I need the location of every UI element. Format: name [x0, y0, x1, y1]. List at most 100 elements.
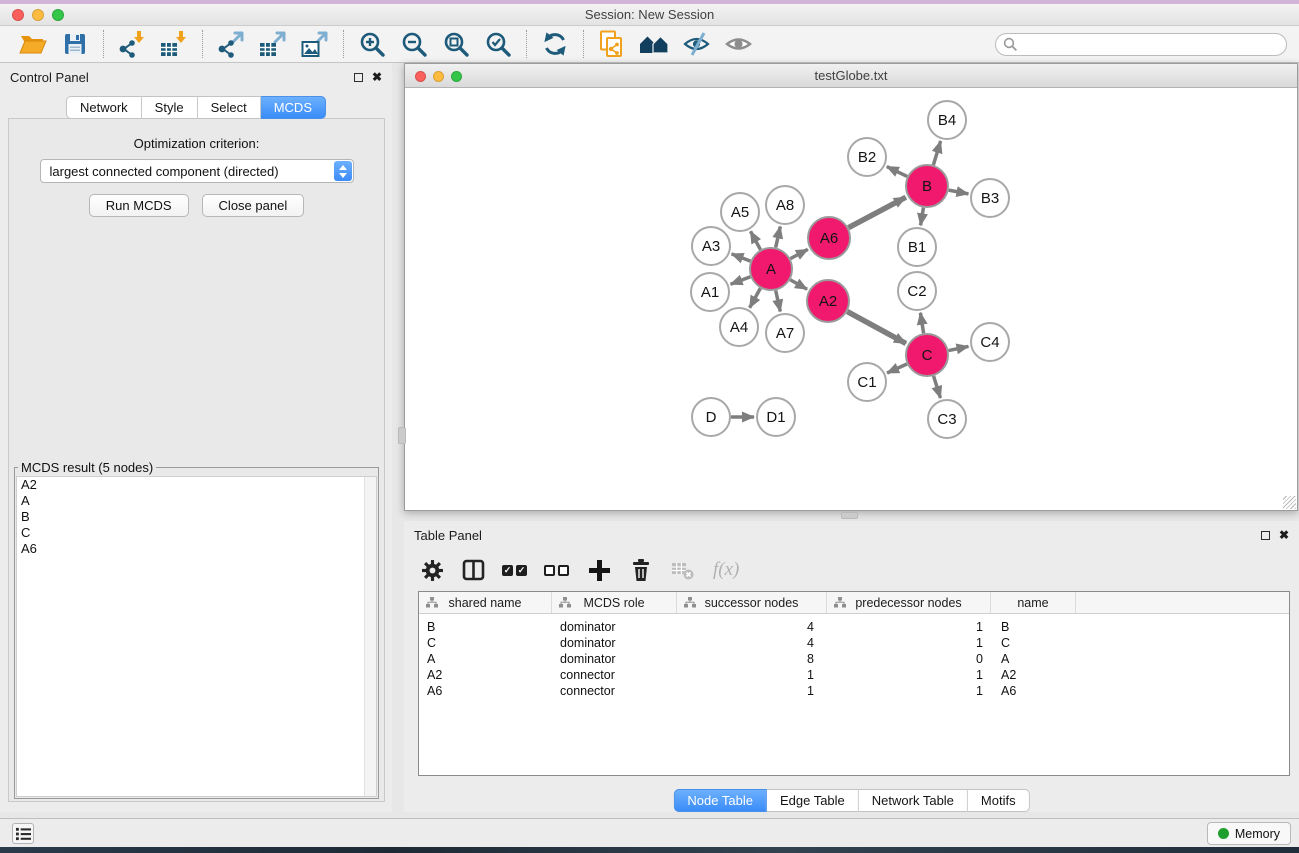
- graph-node-C3[interactable]: C3: [928, 400, 966, 438]
- column-header-name[interactable]: name: [991, 592, 1076, 613]
- tab-mcds[interactable]: MCDS: [261, 96, 326, 119]
- graph-node-A6[interactable]: A6: [808, 217, 850, 259]
- zoom-selected-button[interactable]: [477, 29, 519, 59]
- import-network-button[interactable]: [111, 29, 153, 59]
- horizontal-splitter-handle[interactable]: [841, 512, 858, 519]
- graph-node-B3[interactable]: B3: [971, 179, 1009, 217]
- close-network-button[interactable]: [415, 71, 426, 82]
- tab-motifs[interactable]: Motifs: [968, 789, 1030, 812]
- graph-edge-A-A3[interactable]: [732, 254, 751, 261]
- graph-edge-C-C4[interactable]: [949, 346, 969, 350]
- network-window-titlebar[interactable]: testGlobe.txt: [405, 64, 1297, 88]
- column-header-shared-name[interactable]: shared name: [419, 592, 552, 613]
- first-neighbors-button[interactable]: [633, 29, 675, 59]
- tab-network[interactable]: Network: [66, 96, 142, 119]
- minimize-network-button[interactable]: [433, 71, 444, 82]
- run-mcds-button[interactable]: Run MCDS: [89, 194, 189, 217]
- open-session-button[interactable]: [12, 29, 54, 59]
- new-network-selection-button[interactable]: [591, 29, 633, 59]
- graph-node-A[interactable]: A: [750, 248, 792, 290]
- mcds-result-item[interactable]: B: [17, 509, 376, 525]
- show-all-columns-button[interactable]: ✓ ✓: [502, 565, 527, 576]
- float-panel-icon[interactable]: [1261, 531, 1270, 540]
- tab-network-table[interactable]: Network Table: [859, 789, 968, 812]
- table-row[interactable]: Adominator80A: [419, 651, 1289, 667]
- table-row[interactable]: Cdominator41C: [419, 635, 1289, 651]
- mcds-result-item[interactable]: A: [17, 493, 376, 509]
- graph-node-C2[interactable]: C2: [898, 272, 936, 310]
- graph-edge-B-B2[interactable]: [887, 167, 907, 177]
- show-panels-button[interactable]: [12, 823, 34, 844]
- graph-node-A4[interactable]: A4: [720, 308, 758, 346]
- graph-node-A1[interactable]: A1: [691, 273, 729, 311]
- graph-edge-C-C3[interactable]: [934, 376, 941, 398]
- mcds-result-item[interactable]: A2: [17, 477, 376, 493]
- scrollbar-track[interactable]: [364, 477, 376, 796]
- graph-node-B[interactable]: B: [906, 165, 948, 207]
- column-header-predecessor-nodes[interactable]: predecessor nodes: [827, 592, 991, 613]
- hide-selected-button[interactable]: [675, 29, 717, 59]
- network-canvas[interactable]: AA1A2A3A4A5A6A7A8BB1B2B3B4CC1C2C3C4DD1: [405, 88, 1297, 510]
- optimization-criterion-select[interactable]: largest connected component (directed): [40, 159, 354, 183]
- graph-edge-A-A5[interactable]: [751, 231, 761, 249]
- graph-edge-A-A7[interactable]: [776, 290, 781, 311]
- tab-edge-table[interactable]: Edge Table: [767, 789, 859, 812]
- delete-column-button[interactable]: [629, 555, 653, 585]
- import-table-button[interactable]: [153, 29, 195, 59]
- close-panel-icon[interactable]: ✖: [372, 72, 382, 82]
- graph-node-D1[interactable]: D1: [757, 398, 795, 436]
- table-row[interactable]: A6connector11A6: [419, 683, 1289, 699]
- memory-button[interactable]: Memory: [1207, 822, 1291, 845]
- column-header-mcds-role[interactable]: MCDS role: [552, 592, 677, 613]
- close-window-button[interactable]: [12, 9, 24, 21]
- refresh-button[interactable]: [534, 29, 576, 59]
- function-builder-button[interactable]: f(x): [713, 559, 739, 581]
- mcds-result-item[interactable]: A6: [17, 541, 376, 557]
- graph-edge-A-A6[interactable]: [790, 249, 807, 258]
- minimize-window-button[interactable]: [32, 9, 44, 21]
- tab-select[interactable]: Select: [198, 96, 261, 119]
- table-settings-button[interactable]: [420, 555, 444, 585]
- close-panel-button[interactable]: Close panel: [202, 194, 305, 217]
- delete-table-button[interactable]: [670, 555, 696, 585]
- graph-edge-B-B4[interactable]: [933, 141, 940, 165]
- split-table-button[interactable]: [461, 555, 485, 585]
- resize-grip-icon[interactable]: [1283, 496, 1296, 509]
- graph-node-D[interactable]: D: [692, 398, 730, 436]
- vertical-splitter-handle[interactable]: [398, 427, 406, 444]
- graph-edge-A-A1[interactable]: [731, 277, 751, 284]
- graph-edge-B-B3[interactable]: [949, 190, 969, 194]
- save-session-button[interactable]: [54, 29, 96, 59]
- export-image-button[interactable]: [294, 29, 336, 59]
- tab-style[interactable]: Style: [142, 96, 198, 119]
- float-panel-icon[interactable]: [354, 73, 363, 82]
- graph-node-B2[interactable]: B2: [848, 138, 886, 176]
- graph-node-C1[interactable]: C1: [848, 363, 886, 401]
- graph-node-A5[interactable]: A5: [721, 193, 759, 231]
- column-header-successor-nodes[interactable]: successor nodes: [677, 592, 827, 613]
- graph-node-C4[interactable]: C4: [971, 323, 1009, 361]
- show-all-button[interactable]: [717, 29, 759, 59]
- hide-all-columns-button[interactable]: [544, 565, 569, 576]
- table-row[interactable]: A2connector11A2: [419, 667, 1289, 683]
- graph-node-B4[interactable]: B4: [928, 101, 966, 139]
- graph-node-A2[interactable]: A2: [807, 280, 849, 322]
- close-panel-icon[interactable]: ✖: [1279, 530, 1289, 540]
- graph-node-A3[interactable]: A3: [692, 227, 730, 265]
- graph-node-A7[interactable]: A7: [766, 314, 804, 352]
- graph-edge-C-C1[interactable]: [887, 364, 907, 373]
- graph-edge-A2-C[interactable]: [847, 312, 906, 344]
- graph-edge-A-A8[interactable]: [776, 226, 781, 247]
- export-table-button[interactable]: [252, 29, 294, 59]
- add-column-button[interactable]: [586, 555, 612, 585]
- tab-node-table[interactable]: Node Table: [673, 789, 767, 812]
- search-input[interactable]: [995, 33, 1287, 56]
- zoom-out-button[interactable]: [393, 29, 435, 59]
- mcds-result-item[interactable]: C: [17, 525, 376, 541]
- export-network-button[interactable]: [210, 29, 252, 59]
- graph-edge-A6-B[interactable]: [848, 197, 905, 227]
- zoom-fit-button[interactable]: [435, 29, 477, 59]
- graph-edge-C-C2[interactable]: [920, 313, 923, 334]
- graph-node-B1[interactable]: B1: [898, 228, 936, 266]
- graph-node-A8[interactable]: A8: [766, 186, 804, 224]
